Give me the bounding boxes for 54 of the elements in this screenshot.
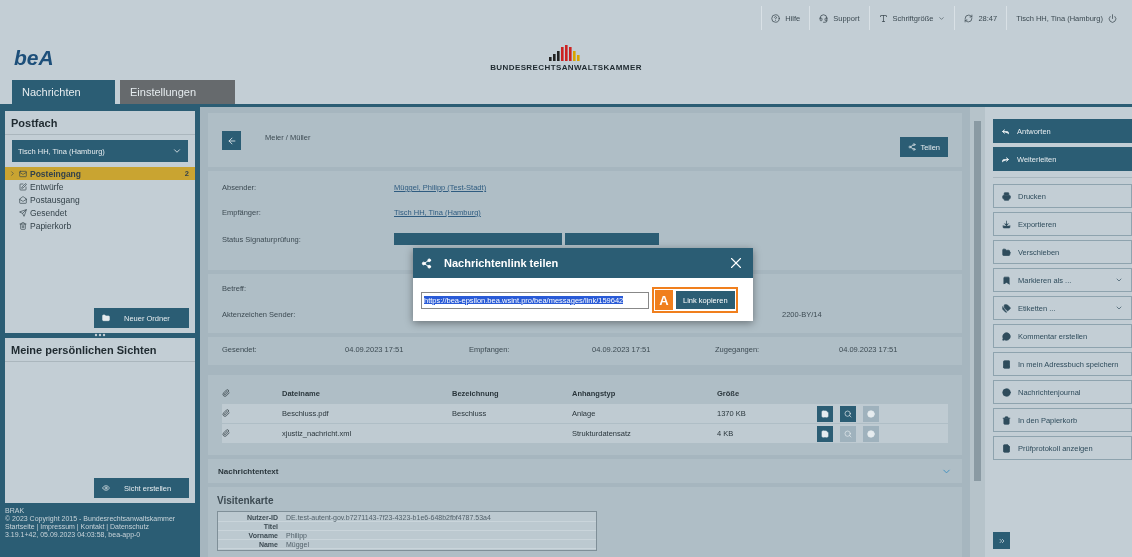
double-chevron-icon bbox=[997, 536, 1006, 545]
forward-icon bbox=[1001, 154, 1010, 164]
folder-item[interactable]: Gesendet bbox=[5, 206, 195, 219]
chevron-icon bbox=[9, 170, 16, 177]
search-button[interactable] bbox=[840, 405, 856, 422]
share-icon bbox=[908, 143, 917, 151]
folder-item[interactable]: Entwürfe bbox=[5, 180, 195, 193]
paper-plane-icon bbox=[19, 208, 27, 217]
nav-tab[interactable]: Nachrichten bbox=[12, 80, 115, 104]
folder-item[interactable]: Papierkorb bbox=[5, 219, 195, 232]
headset-icon bbox=[819, 13, 829, 23]
trash-icon bbox=[19, 221, 27, 230]
circle-icon bbox=[867, 409, 875, 418]
paperclip-icon bbox=[222, 428, 230, 437]
envelope-icon bbox=[19, 169, 27, 178]
paperclip-icon bbox=[222, 388, 230, 397]
bar-logo-icon bbox=[549, 44, 583, 61]
save-button[interactable] bbox=[817, 405, 833, 422]
power-icon bbox=[1108, 13, 1117, 23]
pencil-icon bbox=[19, 182, 27, 191]
chevron-icon bbox=[172, 146, 182, 156]
panel-title: Meine persönlichen Sichten bbox=[5, 338, 195, 362]
expand-button[interactable] bbox=[993, 532, 1010, 549]
message-text-section[interactable]: Nachrichtentext bbox=[208, 459, 962, 483]
speech-bubble-icon bbox=[1002, 331, 1011, 341]
share-icon bbox=[421, 257, 432, 269]
folder-icon bbox=[102, 314, 110, 322]
save-button[interactable] bbox=[817, 425, 833, 442]
help-icon bbox=[771, 13, 781, 23]
back-button[interactable] bbox=[222, 131, 241, 150]
search-icon bbox=[844, 429, 852, 438]
download-icon bbox=[1002, 219, 1011, 229]
bookmark-icon bbox=[1002, 275, 1011, 285]
logo-text: beA bbox=[14, 46, 54, 70]
text-size-icon bbox=[878, 13, 888, 23]
search-icon bbox=[844, 409, 852, 418]
tags-icon bbox=[1002, 303, 1011, 313]
paperclip-icon bbox=[222, 408, 230, 417]
reply-icon bbox=[1001, 126, 1010, 136]
circle-icon bbox=[867, 429, 875, 438]
folder-icon bbox=[1002, 247, 1011, 257]
eye-icon bbox=[102, 484, 110, 492]
arrow-left-icon bbox=[226, 135, 237, 146]
brand-name: BUNDESRECHTSANWALTSKAMMER bbox=[490, 62, 642, 72]
open-envelope-icon bbox=[19, 195, 27, 204]
nav-tab[interactable]: Einstellungen bbox=[120, 80, 235, 104]
section-title: Visitenkarte bbox=[217, 495, 274, 506]
dialog-title: Nachrichtenlink teilen bbox=[444, 257, 560, 269]
folder-item[interactable]: Postausgang bbox=[5, 193, 195, 206]
refresh-icon bbox=[964, 13, 974, 23]
trash-icon bbox=[1002, 415, 1011, 425]
panel-title: Postfach bbox=[5, 111, 195, 135]
annotation-marker: A bbox=[655, 290, 673, 310]
section-title: Nachrichtentext bbox=[218, 466, 279, 476]
